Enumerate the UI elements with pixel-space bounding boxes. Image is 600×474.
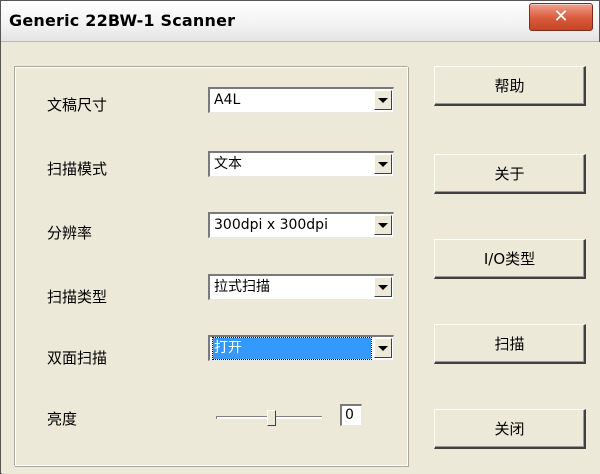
paper-size-dropdown[interactable]: A4L — [208, 87, 394, 113]
chevron-down-icon — [378, 222, 388, 228]
scan-type-label: 扫描类型 — [47, 288, 108, 306]
title-bar[interactable]: Generic 22BW-1 Scanner ✕ — [1, 1, 599, 42]
brightness-label: 亮度 — [47, 410, 78, 428]
window-close-button[interactable]: ✕ — [529, 3, 593, 31]
close-icon: ✕ — [553, 6, 569, 27]
resolution-label: 分辨率 — [47, 224, 93, 242]
scan-mode-label: 扫描模式 — [47, 160, 108, 178]
chevron-down-icon — [378, 345, 388, 351]
resolution-dropdown[interactable]: 300dpi x 300dpi — [208, 212, 394, 238]
chevron-down-icon — [378, 284, 388, 290]
resolution-dropdown-button[interactable] — [374, 215, 392, 235]
help-button[interactable]: 帮助 — [434, 66, 586, 106]
chevron-down-icon — [378, 97, 388, 103]
duplex-value: 打开 — [212, 337, 372, 360]
brightness-slider-thumb[interactable] — [266, 410, 276, 426]
scan-mode-dropdown[interactable]: 文本 — [208, 151, 394, 177]
close-button[interactable]: 关闭 — [434, 409, 586, 449]
paper-size-value: A4L — [214, 92, 241, 108]
scan-type-dropdown[interactable]: 拉式扫描 — [208, 274, 394, 300]
paper-size-dropdown-button[interactable] — [374, 90, 392, 110]
duplex-dropdown[interactable]: 打开 — [208, 335, 394, 361]
duplex-label: 双面扫描 — [47, 349, 108, 367]
resolution-value: 300dpi x 300dpi — [214, 217, 328, 233]
scan-mode-value: 文本 — [214, 156, 242, 172]
io-type-button[interactable]: I/O类型 — [434, 239, 586, 279]
window-title: Generic 22BW-1 Scanner — [9, 11, 236, 30]
duplex-dropdown-button[interactable] — [374, 338, 392, 358]
brightness-value-field[interactable]: 0 — [340, 404, 362, 426]
about-button[interactable]: 关于 — [434, 154, 586, 194]
scan-button[interactable]: 扫描 — [434, 324, 586, 364]
chevron-down-icon — [378, 161, 388, 167]
scanner-dialog: Generic 22BW-1 Scanner ✕ 文稿尺寸 A4L 扫描模式 文… — [0, 0, 600, 474]
paper-size-label: 文稿尺寸 — [47, 96, 108, 114]
dialog-client-area: 文稿尺寸 A4L 扫描模式 文本 分辨率 300dpi x 300dpi 扫描类… — [2, 42, 600, 474]
scan-type-value: 拉式扫描 — [214, 279, 270, 295]
scan-mode-dropdown-button[interactable] — [374, 154, 392, 174]
scan-type-dropdown-button[interactable] — [374, 277, 392, 297]
